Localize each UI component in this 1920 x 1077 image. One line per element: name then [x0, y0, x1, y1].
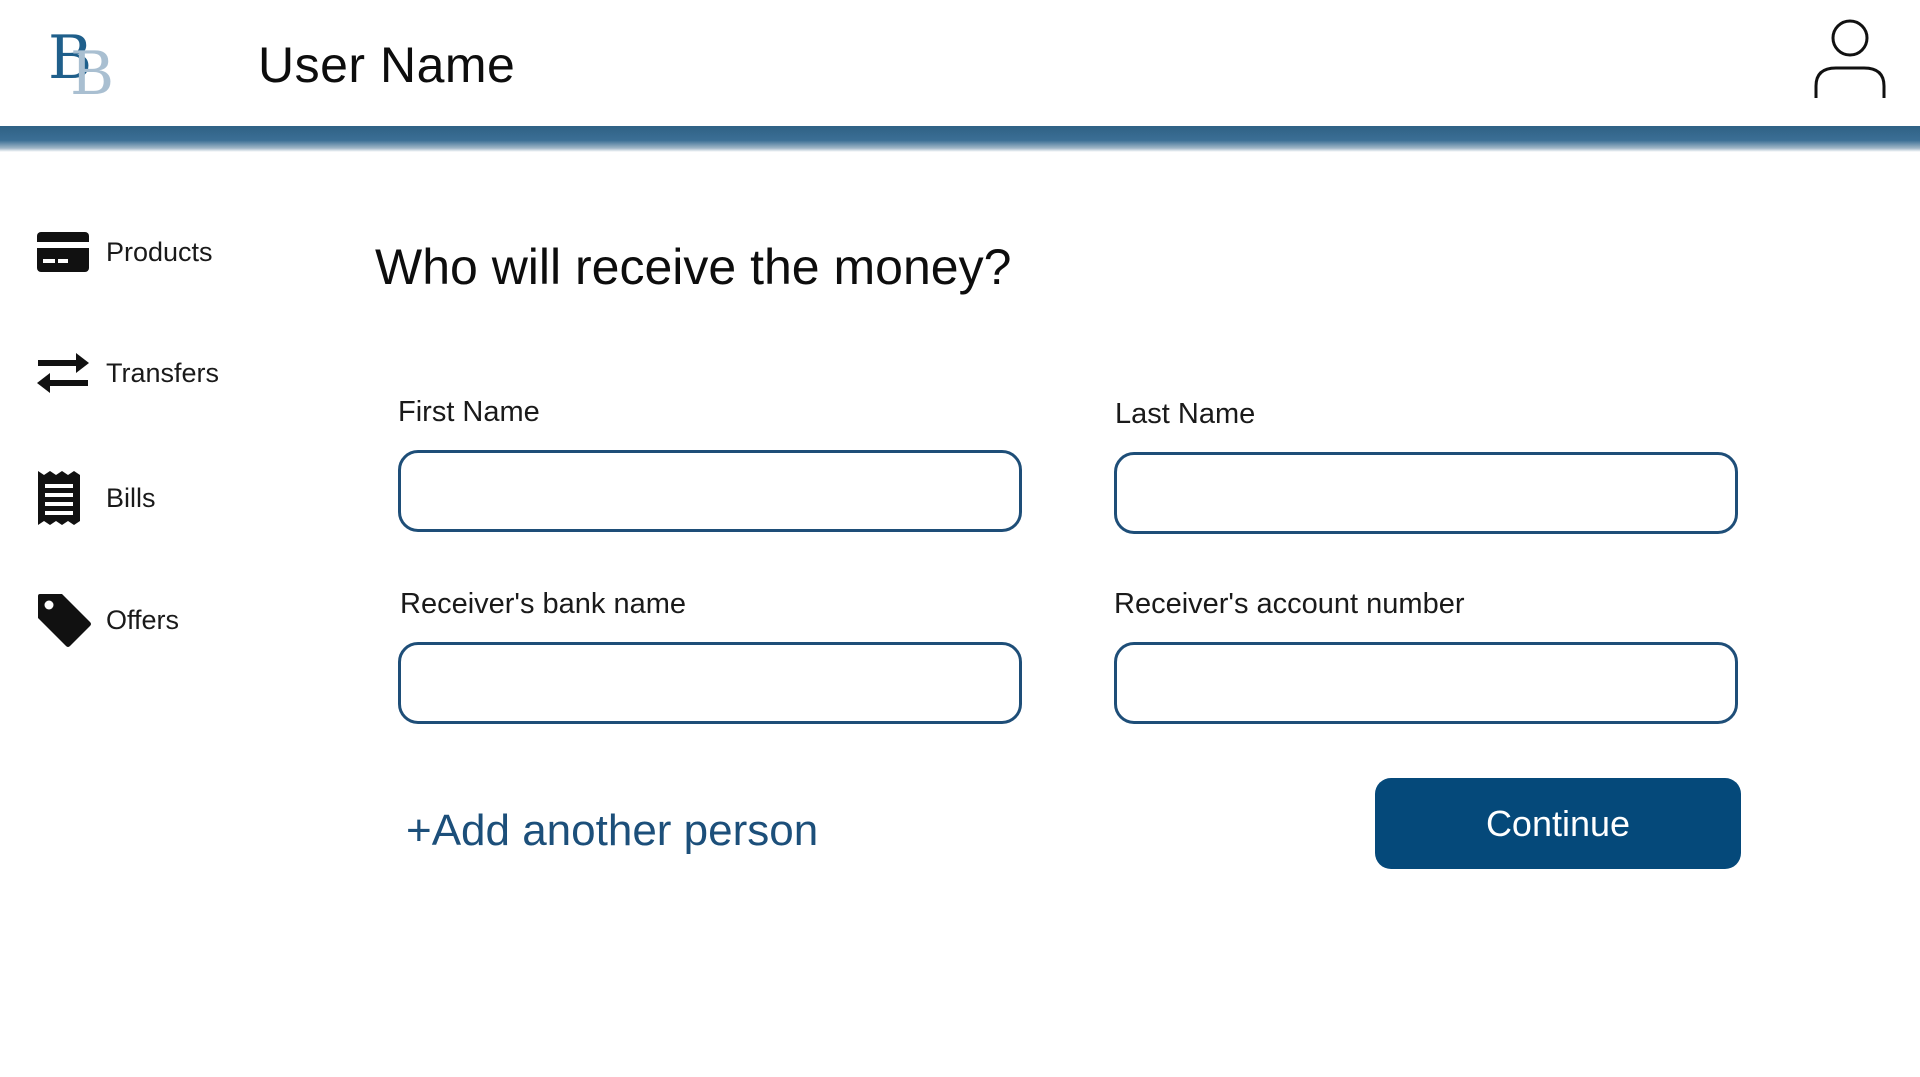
bank-logo[interactable]: B B: [48, 28, 115, 109]
bank-name-label: Receiver's bank name: [400, 588, 687, 620]
sidebar-item-label: Bills: [106, 482, 156, 513]
receipt-icon: [36, 470, 92, 526]
header-accent-bar: [0, 126, 1920, 152]
add-another-person-link[interactable]: +Add another person: [406, 806, 818, 856]
page-title: Who will receive the money?: [375, 239, 1012, 295]
sidebar-item-label: Transfers: [106, 357, 220, 388]
user-profile-icon[interactable]: [1812, 16, 1888, 102]
transfer-arrows-icon: [36, 345, 92, 401]
continue-button[interactable]: Continue: [1375, 778, 1741, 869]
sidebar-item-products[interactable]: Products: [36, 222, 276, 282]
sidebar-item-label: Products: [106, 236, 213, 267]
sidebar-item-bills[interactable]: Bills: [36, 468, 276, 528]
transfer-recipient-page: B B User Name Products Transfers Bills O…: [0, 0, 1920, 1077]
first-name-label: First Name: [398, 396, 540, 428]
sidebar-item-label: Offers: [106, 604, 180, 635]
logo-letter-back: B: [70, 39, 115, 109]
first-name-field[interactable]: [398, 450, 1022, 532]
tag-icon: [36, 592, 92, 648]
sidebar-item-transfers[interactable]: Transfers: [36, 343, 276, 403]
sidebar-item-offers[interactable]: Offers: [36, 590, 276, 650]
bank-name-field[interactable]: [398, 642, 1022, 724]
credit-card-icon: [36, 224, 92, 280]
account-number-label: Receiver's account number: [1114, 588, 1465, 620]
account-number-field[interactable]: [1114, 642, 1738, 724]
last-name-field[interactable]: [1114, 452, 1738, 534]
last-name-label: Last Name: [1115, 398, 1256, 430]
user-name: User Name: [258, 37, 516, 93]
app-header: B B User Name: [0, 0, 1920, 126]
